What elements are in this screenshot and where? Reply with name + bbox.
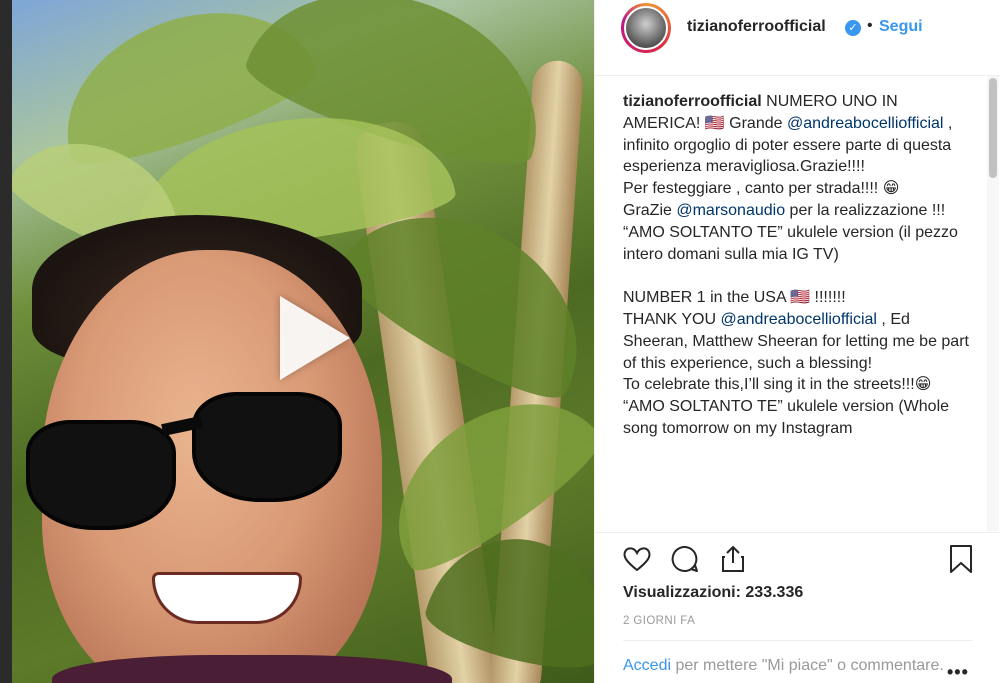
avatar[interactable] (624, 6, 668, 50)
sunglasses-lens-left (26, 420, 176, 530)
action-bar (595, 532, 1000, 588)
share-icon[interactable] (717, 543, 749, 575)
separator-dot: • (867, 17, 873, 34)
caption-text: tizianoferroofficial NUMERO UNO IN AMERI… (623, 91, 973, 440)
verified-badge-icon: ✓ (845, 20, 861, 36)
play-icon[interactable] (280, 296, 350, 380)
sunglasses-lens-right (192, 392, 342, 502)
caption-username[interactable]: tizianoferroofficial (623, 93, 762, 110)
more-options-icon[interactable]: ••• (947, 662, 969, 683)
caption-fragment: per la realizzazione !!! “AMO SOLTANTO T… (623, 201, 958, 328)
header-username[interactable]: tizianoferroofficial (687, 18, 826, 36)
mention-link[interactable]: @marsonaudio (676, 202, 785, 219)
mention-link[interactable]: @andreabocelliofficial (721, 311, 877, 328)
avatar-story-ring[interactable] (621, 3, 671, 53)
caption-fragment: , Ed Sheeran, Matthew Sheeran for lettin… (623, 310, 969, 437)
smile (152, 572, 302, 624)
caption-scrollbar[interactable] (987, 76, 999, 531)
caption: tizianoferroofficial NUMERO UNO IN AMERI… (623, 91, 973, 531)
login-prompt-text: per mettere "Mi piace" o commentare. (671, 657, 944, 674)
divider (623, 640, 973, 641)
post-header: tizianoferroofficial ✓ • Segui (595, 0, 1000, 76)
login-link[interactable]: Accedi (623, 657, 671, 674)
views-count[interactable]: Visualizzazioni: 233.336 (623, 584, 803, 602)
heart-icon[interactable] (621, 543, 653, 575)
video-player[interactable] (12, 0, 594, 683)
modal-backdrop[interactable] (0, 0, 12, 683)
post-date[interactable]: 2 GIORNI FA (623, 615, 695, 627)
mention-link[interactable]: @andreabocelliofficial (787, 115, 943, 132)
comment-icon[interactable] (669, 543, 701, 575)
shirt (52, 655, 452, 683)
login-prompt: Accedi per mettere "Mi piace" o commenta… (623, 655, 953, 676)
scrollbar-thumb[interactable] (989, 78, 997, 178)
follow-button[interactable]: Segui (879, 18, 923, 36)
bookmark-icon[interactable] (945, 543, 977, 575)
post-panel: tizianoferroofficial ✓ • Segui tizianofe… (594, 0, 1000, 683)
